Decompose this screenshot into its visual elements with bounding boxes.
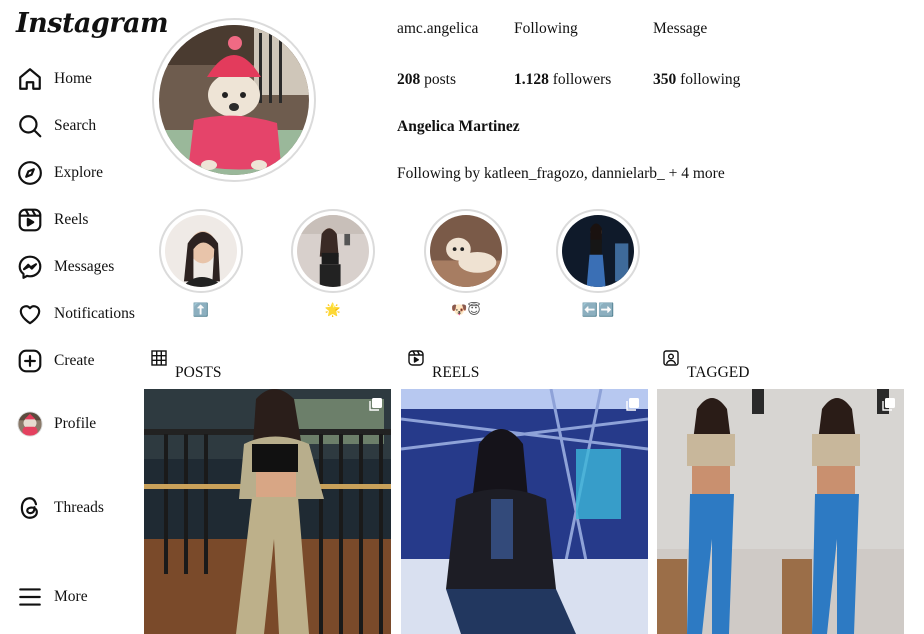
profile-avatar-image bbox=[159, 25, 309, 175]
nav-search-label: Search bbox=[54, 117, 97, 134]
post-tile-3[interactable] bbox=[657, 389, 904, 634]
home-icon bbox=[16, 65, 44, 93]
followers-stat[interactable]: 1.128 followers bbox=[514, 71, 611, 89]
post-3-image bbox=[657, 389, 904, 634]
followed-by-text[interactable]: Following by katleen_fragozo, dannielarb… bbox=[397, 165, 725, 183]
hamburger-icon bbox=[16, 583, 44, 611]
nav-create-label: Create bbox=[54, 352, 95, 369]
highlight-4[interactable]: ⬅️➡️ bbox=[556, 209, 640, 318]
grid-icon bbox=[151, 350, 167, 366]
tab-posts[interactable]: POSTS bbox=[151, 350, 261, 384]
post-2-image bbox=[401, 389, 648, 634]
multi-photo-icon bbox=[369, 398, 382, 411]
multi-photo-icon bbox=[882, 398, 895, 411]
search-icon bbox=[16, 112, 44, 140]
tab-posts-label: POSTS bbox=[175, 364, 222, 381]
nav-explore[interactable]: Explore bbox=[16, 158, 103, 188]
messenger-icon bbox=[16, 253, 44, 281]
posts-label: posts bbox=[424, 71, 456, 88]
highlight-2[interactable]: 🌟 bbox=[291, 209, 375, 318]
following-stat[interactable]: 350 following bbox=[653, 71, 740, 89]
instagram-logo[interactable]: Instagram bbox=[16, 8, 169, 39]
highlight-4-image bbox=[562, 215, 634, 287]
post-1-image bbox=[144, 389, 391, 634]
following-count: 350 bbox=[653, 71, 677, 88]
tab-reels[interactable]: REELS bbox=[408, 350, 518, 384]
highlight-1[interactable]: ⬆️ bbox=[159, 209, 243, 318]
compass-icon bbox=[16, 159, 44, 187]
message-button[interactable]: Message bbox=[653, 20, 707, 38]
following-button[interactable]: Following bbox=[514, 20, 578, 38]
followers-label: followers bbox=[552, 71, 612, 88]
tab-tagged-label: TAGGED bbox=[687, 364, 750, 381]
reels-icon bbox=[408, 350, 424, 366]
nav-notifications-label: Notifications bbox=[54, 305, 135, 322]
tab-reels-label: REELS bbox=[432, 364, 480, 381]
post-tile-2[interactable] bbox=[401, 389, 648, 634]
avatar bbox=[16, 410, 44, 438]
highlight-3-image bbox=[430, 215, 502, 287]
nav-reels[interactable]: Reels bbox=[16, 205, 88, 235]
nav-home-label: Home bbox=[54, 70, 92, 87]
tagged-icon bbox=[663, 350, 679, 366]
profile-username: amc.angelica bbox=[397, 20, 479, 37]
highlight-3-caption: 🐶😇 bbox=[451, 303, 481, 318]
nav-explore-label: Explore bbox=[54, 164, 104, 181]
nav-threads-label: Threads bbox=[54, 499, 104, 516]
nav-threads[interactable]: Threads bbox=[16, 493, 104, 523]
threads-icon bbox=[16, 494, 44, 522]
reels-icon bbox=[16, 206, 44, 234]
heart-icon bbox=[16, 300, 44, 328]
highlight-2-caption: 🌟 bbox=[324, 303, 342, 318]
profile-avatar[interactable] bbox=[152, 18, 316, 182]
posts-count: 208 bbox=[397, 71, 421, 88]
post-tile-1[interactable] bbox=[144, 389, 391, 634]
multi-photo-icon bbox=[626, 398, 639, 411]
nav-search[interactable]: Search bbox=[16, 111, 96, 141]
following-label: following bbox=[680, 71, 741, 88]
highlight-3[interactable]: 🐶😇 bbox=[424, 209, 508, 318]
nav-create[interactable]: Create bbox=[16, 346, 94, 376]
highlight-1-caption: ⬆️ bbox=[192, 303, 210, 318]
nav-messages[interactable]: Messages bbox=[16, 252, 114, 282]
nav-notifications[interactable]: Notifications bbox=[16, 299, 135, 329]
highlight-4-caption: ⬅️➡️ bbox=[581, 303, 615, 318]
followers-count: 1.128 bbox=[514, 71, 549, 88]
tab-tagged[interactable]: TAGGED bbox=[663, 350, 773, 384]
nav-more-label: More bbox=[54, 588, 88, 605]
nav-messages-label: Messages bbox=[54, 258, 115, 275]
nav-home[interactable]: Home bbox=[16, 64, 92, 94]
nav-profile[interactable]: Profile bbox=[16, 409, 96, 439]
posts-stat: 208 posts bbox=[397, 71, 456, 89]
highlight-2-image bbox=[297, 215, 369, 287]
nav-more[interactable]: More bbox=[16, 582, 88, 612]
nav-reels-label: Reels bbox=[54, 211, 89, 228]
nav-profile-label: Profile bbox=[54, 415, 97, 432]
plus-square-icon bbox=[16, 347, 44, 375]
highlight-1-image bbox=[165, 215, 237, 287]
profile-full-name: Angelica Martinez bbox=[397, 118, 520, 135]
